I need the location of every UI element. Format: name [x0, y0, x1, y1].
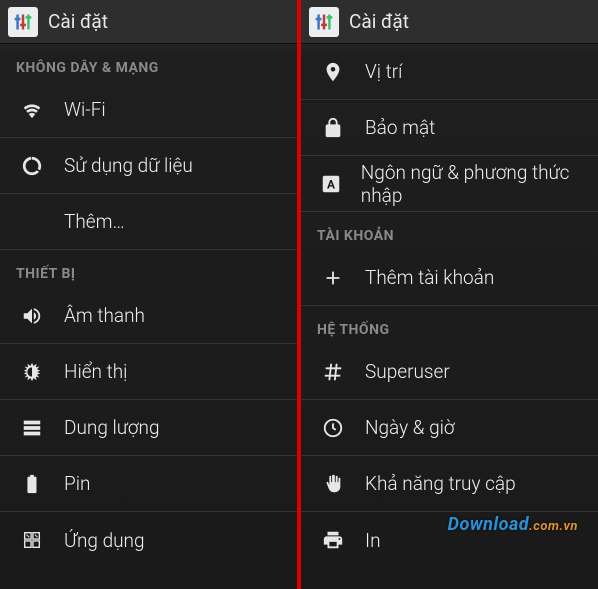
section-accounts: TÀI KHOẢN: [301, 212, 598, 250]
item-label: Âm thanh: [64, 304, 145, 327]
item-label: Thêm…: [64, 210, 125, 233]
language-icon: A: [317, 173, 345, 195]
titlebar-right: Cài đặt: [301, 0, 598, 44]
lock-icon: [317, 117, 349, 139]
display-icon: [16, 361, 48, 383]
item-sound[interactable]: Âm thanh: [0, 288, 297, 344]
settings-app-icon: [309, 7, 339, 37]
titlebar-title: Cài đặt: [48, 10, 108, 33]
printer-icon: [317, 529, 349, 551]
item-label: Bảo mật: [365, 116, 435, 139]
clock-icon: [317, 417, 349, 439]
item-add-account[interactable]: Thêm tài khoản: [301, 250, 598, 306]
data-usage-icon: [16, 155, 48, 177]
section-system: HỆ THỐNG: [301, 306, 598, 344]
item-label: Dung lượng: [64, 416, 160, 439]
settings-list-right: Vị trí Bảo mật A Ngôn ngữ & phương thức …: [301, 44, 598, 589]
item-superuser[interactable]: Superuser: [301, 344, 598, 400]
item-label: Vị trí: [365, 60, 402, 83]
left-panel: Cài đặt KHÔNG DÂY & MẠNG Wi-Fi Sử dụng d…: [0, 0, 297, 589]
item-accessibility[interactable]: Khả năng truy cập: [301, 456, 598, 512]
wifi-icon: [16, 99, 48, 121]
item-wifi[interactable]: Wi-Fi: [0, 82, 297, 138]
item-label: Pin: [64, 472, 90, 495]
item-display[interactable]: Hiển thị: [0, 344, 297, 400]
battery-icon: [16, 473, 48, 495]
item-print[interactable]: In: [301, 512, 598, 568]
item-language-input[interactable]: A Ngôn ngữ & phương thức nhập: [301, 156, 598, 212]
item-storage[interactable]: Dung lượng: [0, 400, 297, 456]
item-label: Superuser: [365, 360, 450, 383]
item-label: Thêm tài khoản: [365, 266, 494, 289]
item-label: Ứng dụng: [64, 529, 145, 552]
titlebar-left: Cài đặt: [0, 0, 297, 44]
apps-icon: [16, 529, 48, 551]
item-data-usage[interactable]: Sử dụng dữ liệu: [0, 138, 297, 194]
sound-icon: [16, 305, 48, 327]
item-label: Wi-Fi: [64, 98, 106, 121]
plus-icon: [317, 267, 349, 289]
item-label: Hiển thị: [64, 360, 127, 383]
hand-icon: [317, 473, 349, 495]
item-apps[interactable]: Ứng dụng: [0, 512, 297, 568]
section-device: THIẾT BỊ: [0, 250, 297, 288]
hash-icon: [317, 361, 349, 383]
right-panel: Cài đặt Vị trí Bảo mật A Ngôn ngữ & phươ…: [301, 0, 598, 589]
item-datetime[interactable]: Ngày & giờ: [301, 400, 598, 456]
item-label: Khả năng truy cập: [365, 472, 516, 495]
location-icon: [317, 61, 349, 83]
item-more[interactable]: Thêm…: [0, 194, 297, 250]
settings-app-icon: [8, 7, 38, 37]
section-wireless: KHÔNG DÂY & MẠNG: [0, 44, 297, 82]
svg-text:A: A: [327, 177, 335, 191]
item-label: Ngày & giờ: [365, 416, 455, 439]
item-security[interactable]: Bảo mật: [301, 100, 598, 156]
item-label: In: [365, 529, 381, 552]
storage-icon: [16, 417, 48, 439]
item-location[interactable]: Vị trí: [301, 44, 598, 100]
titlebar-title: Cài đặt: [349, 10, 409, 33]
item-label: Sử dụng dữ liệu: [64, 154, 193, 177]
item-label: Ngôn ngữ & phương thức nhập: [361, 161, 582, 207]
settings-list-left: KHÔNG DÂY & MẠNG Wi-Fi Sử dụng dữ liệu T…: [0, 44, 297, 589]
item-battery[interactable]: Pin: [0, 456, 297, 512]
